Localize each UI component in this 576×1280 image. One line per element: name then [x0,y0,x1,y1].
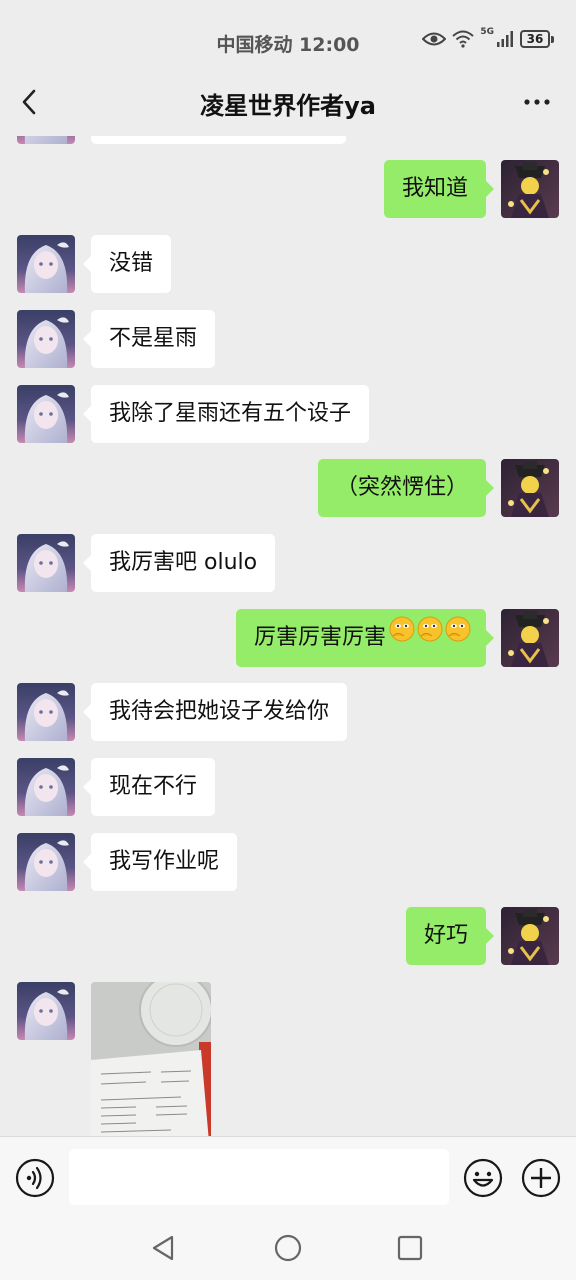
message-bubble-sent[interactable]: （突然愣住） [317,459,495,517]
message-row: 现在不行 [0,758,576,818]
contact-avatar[interactable] [17,235,75,293]
message-row: 没错 [0,235,576,295]
my-avatar[interactable] [501,459,559,517]
message-bubble-partial[interactable] [91,136,346,144]
emoji-icon[interactable] [463,1158,503,1198]
message-row: 我厉害吧 olulo [0,534,576,594]
network-label: 5G [480,27,494,37]
message-bubble-sent[interactable]: 厉害厉害厉害 [235,609,495,667]
title-bar: 凌星世界作者ya [0,70,576,136]
plus-icon[interactable] [521,1158,561,1198]
thinking-emoji-icon [388,609,472,667]
message-text: 厉害厉害厉害 [253,625,386,650]
photo-message[interactable] [91,982,211,1136]
contact-avatar[interactable] [17,982,75,1040]
battery-icon: 36 [520,30,554,48]
eye-icon [422,32,447,46]
message-input[interactable] [69,1149,449,1205]
battery-level: 36 [520,30,550,48]
message-bubble-received[interactable]: 没错 [82,235,172,293]
chat-title: 凌星世界作者ya [200,92,376,120]
voice-icon[interactable] [15,1158,55,1198]
message-row: 厉害厉害厉害 [0,609,576,669]
my-avatar[interactable] [501,907,559,965]
contact-avatar[interactable] [17,385,75,443]
nav-recent-icon[interactable] [394,1232,426,1264]
message-row [0,982,576,1042]
message-bubble-received[interactable]: 现在不行 [82,758,216,816]
input-bar [0,1136,576,1218]
message-row: 我除了星雨还有五个设子 [0,385,576,445]
message-bubble-received[interactable]: 我写作业呢 [82,833,238,891]
signal-icon [497,31,513,47]
message-bubble-sent[interactable]: 好巧 [405,907,495,965]
message-bubble-received[interactable]: 我待会把她设子发给你 [82,683,348,741]
wifi-icon [452,30,475,48]
message-row: 我写作业呢 [0,833,576,893]
message-bubble-received[interactable]: 不是星雨 [82,310,216,368]
message-bubble-received[interactable]: 我厉害吧 olulo [82,534,276,592]
system-nav-bar [0,1218,576,1280]
more-dots-icon[interactable] [522,88,552,116]
contact-avatar[interactable] [17,534,75,592]
nav-back-icon[interactable] [148,1232,180,1264]
contact-avatar[interactable] [17,833,75,891]
message-row: 我知道 [0,160,576,220]
chat-area[interactable]: 我知道 没错 不是星雨 我除了星雨还有五个设子 （突然愣住） 我厉害吧 olul… [0,136,576,1136]
contact-avatar[interactable] [17,758,75,816]
contact-avatar[interactable] [17,683,75,741]
message-row: 我待会把她设子发给你 [0,683,576,743]
status-icons: 5G 36 [422,27,554,48]
message-bubble-sent[interactable]: 我知道 [383,160,495,218]
message-row: 好巧 [0,907,576,967]
message-row: （突然愣住） [0,459,576,519]
contact-avatar[interactable] [17,136,75,144]
my-avatar[interactable] [501,609,559,667]
message-bubble-received[interactable]: 我除了星雨还有五个设子 [82,385,370,443]
nav-home-icon[interactable] [272,1232,304,1264]
message-row: 不是星雨 [0,310,576,370]
my-avatar[interactable] [501,160,559,218]
contact-avatar[interactable] [17,310,75,368]
